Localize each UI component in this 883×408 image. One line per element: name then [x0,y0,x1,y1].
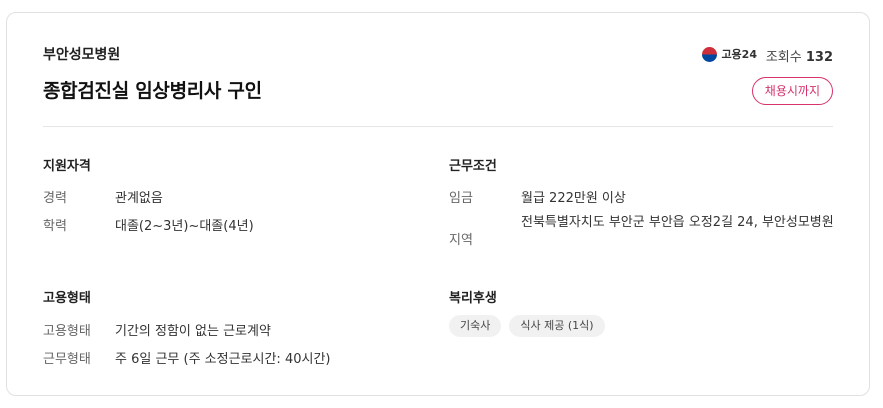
benefit-tag-dormitory: 기숙사 [449,315,502,337]
employment-title: 고용형태 [43,291,91,306]
condition-label-wage: 임금 [449,191,473,206]
source-label: 고용24 [721,48,757,61]
conditions-title: 근무조건 [449,159,497,174]
job-posting-card[interactable]: 부안성모병원 종합검진실 임상병리사 구인 고용24 조회수 132 채용시까지… [6,12,870,396]
employment-value-type: 기간의 정함이 없는 근로계약 [115,324,271,339]
employment-label-type: 고용형태 [43,324,91,339]
condition-value-region: 전북특별자치도 부안군 부안읍 오정2길 24, 부안성모병원 [521,215,834,230]
view-count-label: 조회수 [765,50,802,65]
company-name: 부안성모병원 [43,47,121,63]
deadline-button[interactable]: 채용시까지 [751,77,833,105]
view-count: 조회수 132 [766,46,833,65]
qualification-label-education: 학력 [43,219,67,234]
source-badge: 고용24 [702,46,757,62]
benefit-tags: 기숙사 식사 제공 (1식) [449,315,605,337]
condition-value-wage: 월급 222만원 이상 [521,191,626,206]
view-count-number: 132 [805,50,833,65]
divider [43,126,833,127]
qualification-label-career: 경력 [43,191,67,206]
job-title: 종합검진실 임상병리사 구인 [43,80,262,102]
qualification-value-education: 대졸(2~3년)~대졸(4년) [115,219,254,234]
benefit-tag-meal: 식사 제공 (1식) [509,315,605,337]
benefits-title: 복리후생 [449,291,497,306]
condition-label-region: 지역 [449,233,473,248]
qualification-value-career: 관계없음 [115,191,163,206]
taegeuk-logo-icon [702,46,718,62]
employment-label-schedule: 근무형태 [43,352,91,367]
employment-value-schedule: 주 6일 근무 (주 소정근로시간: 40시간) [115,352,331,367]
qualifications-title: 지원자격 [43,159,91,174]
